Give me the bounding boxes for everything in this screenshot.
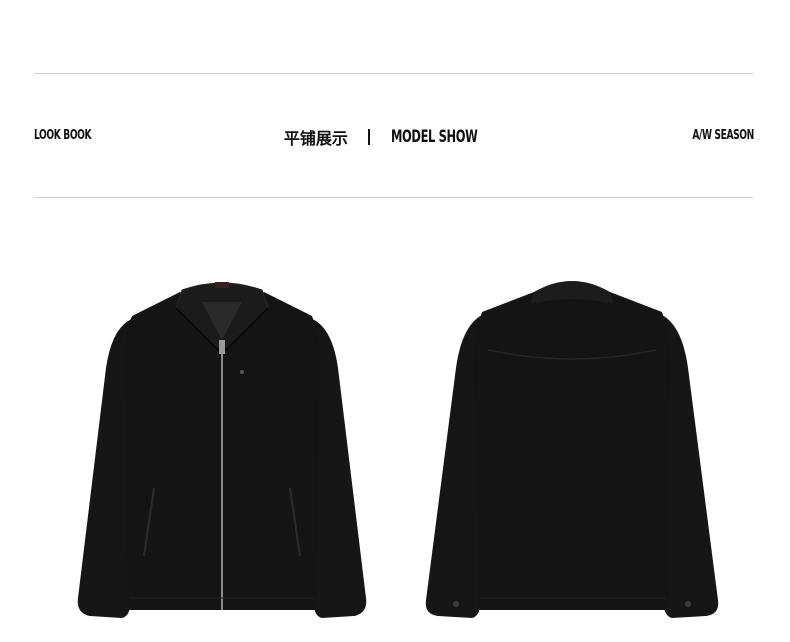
section-title-en: MODEL SHOW bbox=[391, 127, 478, 147]
bottom-divider bbox=[34, 197, 753, 198]
section-title-cn: 平铺展示 bbox=[283, 129, 348, 148]
jacket-front-icon bbox=[77, 282, 367, 618]
jacket-front-image bbox=[77, 282, 367, 618]
top-divider bbox=[34, 73, 753, 74]
section-title: 平铺展示 MODEL SHOW bbox=[0, 125, 790, 149]
jacket-back-image bbox=[425, 281, 719, 618]
jacket-back-icon bbox=[425, 281, 719, 618]
season-label: A/W SEASON bbox=[692, 128, 754, 143]
title-separator bbox=[368, 129, 371, 145]
